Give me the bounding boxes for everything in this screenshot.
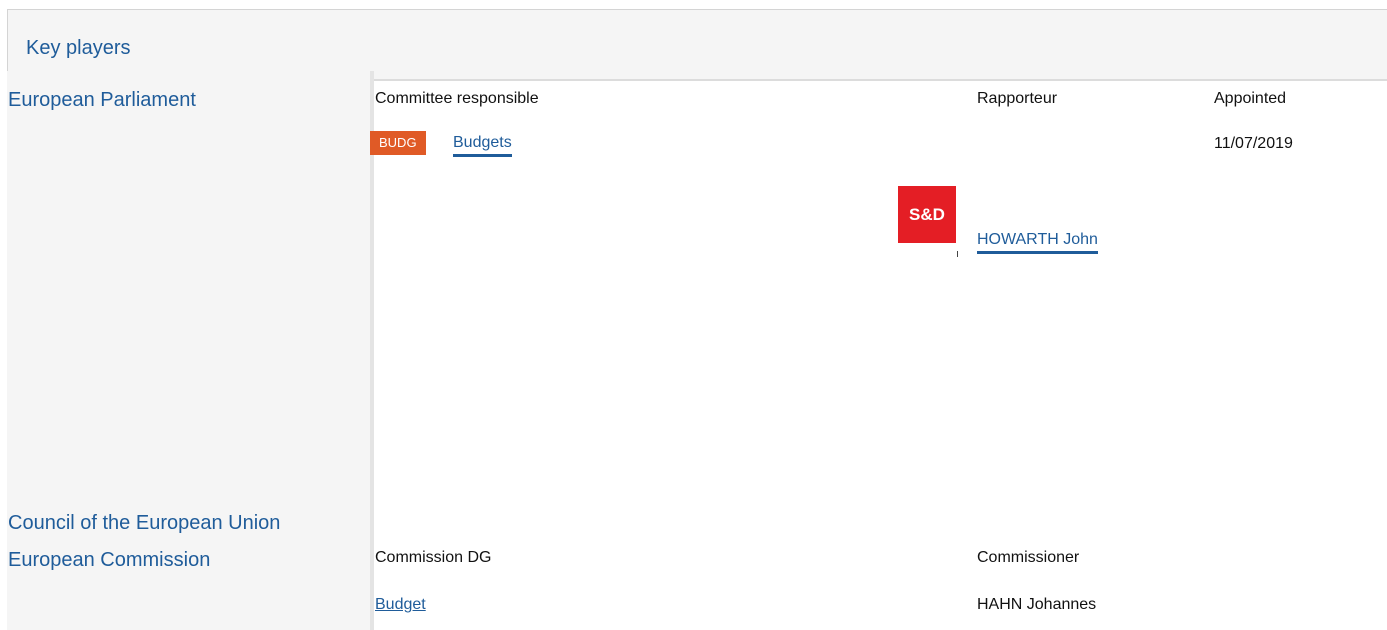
committee-budgets-link[interactable]: Budgets xyxy=(453,134,512,157)
panel-title: Key players xyxy=(26,37,131,59)
institution-european-parliament[interactable]: European Parliament xyxy=(8,89,196,112)
logo-tick xyxy=(957,251,958,257)
institutions-column xyxy=(7,71,373,630)
commission-dg-header: Commission DG xyxy=(375,549,492,566)
rapporteur-header: Rapporteur xyxy=(977,90,1058,107)
institution-council[interactable]: Council of the European Union xyxy=(8,512,280,535)
sd-group-logo: S&D xyxy=(898,186,956,243)
sd-logo-text: S&D xyxy=(909,204,945,224)
commissioner-header: Commissioner xyxy=(977,549,1080,566)
appointed-date: 11/07/2019 xyxy=(1214,135,1293,152)
committee-responsible-header: Committee responsible xyxy=(375,90,539,107)
commissioner-name: HAHN Johannes xyxy=(977,596,1097,613)
appointed-header: Appointed xyxy=(1214,90,1287,107)
rapporteur-link[interactable]: HOWARTH John xyxy=(977,231,1098,254)
commission-dg-link[interactable]: Budget xyxy=(375,596,426,614)
committee-code-badge: BUDG xyxy=(370,131,426,155)
institution-european-commission[interactable]: European Commission xyxy=(8,549,210,572)
